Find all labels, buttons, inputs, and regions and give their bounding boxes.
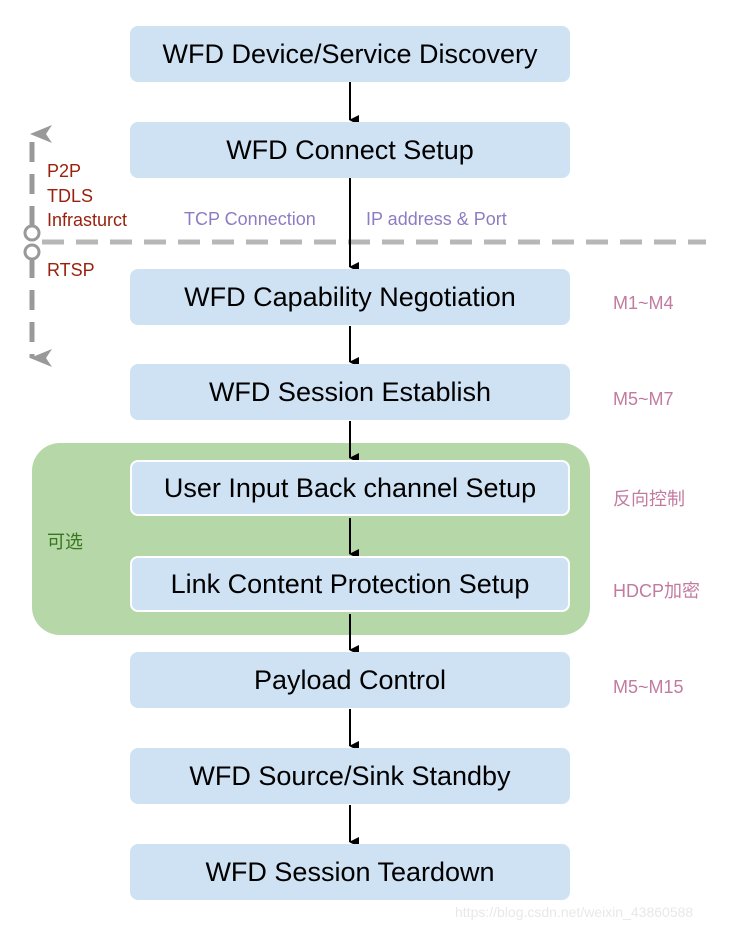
step-device-discovery: WFD Device/Service Discovery [130,26,570,82]
step-connect-setup: WFD Connect Setup [130,122,570,178]
note-m1-m4: M1~M4 [613,293,674,313]
note-m5-m15: M5~M15 [613,677,684,697]
layer-node-upper [23,224,41,242]
layer-node-lower [23,243,41,261]
step-link-content-protection: Link Content Protection Setup [130,556,570,612]
note-reverse-control: 反向控制 [613,489,685,509]
note-m5-m7: M5~M7 [613,389,674,409]
step-payload-control: Payload Control [130,652,570,708]
step-capability-negotiation: WFD Capability Negotiation [130,269,570,325]
note-hdcp: HDCP加密 [613,581,701,601]
step-source-sink-standby: WFD Source/Sink Standby [130,748,570,804]
label-infrastructure: Infrasturct [47,210,128,230]
label-ip-port: IP address & Port [366,209,507,229]
label-rtsp: RTSP [47,260,95,280]
label-p2p: P2P [47,161,82,181]
label-tcp-connection: TCP Connection [184,209,316,229]
label-tdls: TDLS [47,186,94,206]
step-session-teardown: WFD Session Teardown [130,844,570,900]
step-uibc-setup: User Input Back channel Setup [130,460,570,516]
watermark: https://blog.csdn.net/weixin_43860588 [455,904,694,920]
step-session-establish: WFD Session Establish [130,364,570,420]
